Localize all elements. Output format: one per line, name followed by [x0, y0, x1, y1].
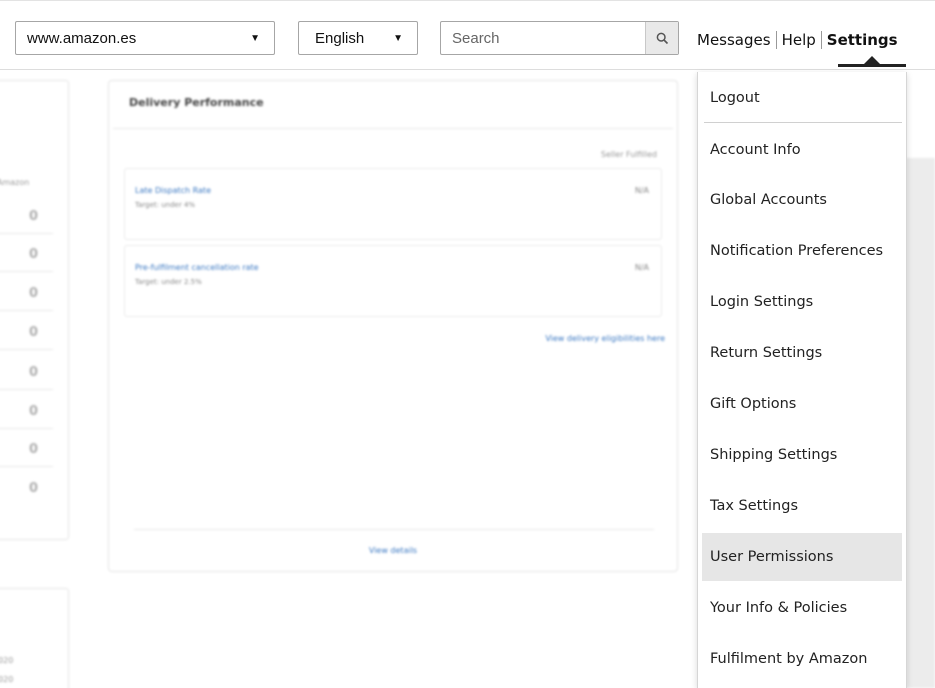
row-divider — [0, 389, 53, 390]
top-navigation-bar: www.amazon.es ▼ English ▼ Messages Help … — [0, 0, 935, 70]
row-divider — [0, 310, 53, 311]
help-link[interactable]: Help — [782, 31, 816, 49]
metric-target: Target: under 4% — [135, 201, 196, 209]
menu-item-notification-preferences[interactable]: Notification Preferences — [702, 227, 902, 275]
menu-item-fulfilment-by-amazon[interactable]: Fulfilment by Amazon — [702, 635, 902, 683]
menu-item-user-permissions[interactable]: User Permissions — [702, 533, 902, 581]
right-gray-panel — [906, 158, 935, 688]
menu-item-shipping-settings[interactable]: Shipping Settings — [702, 431, 902, 479]
search-button[interactable] — [645, 22, 678, 54]
row-divider — [0, 466, 53, 467]
language-value: English — [315, 29, 365, 47]
left-value: 0 — [29, 286, 39, 301]
menu-item-return-settings[interactable]: Return Settings — [702, 329, 902, 377]
settings-active-underline — [838, 64, 906, 67]
delivery-performance-card: Delivery Performance Seller Fulfilled La… — [108, 80, 678, 572]
card-title: Delivery Performance — [129, 96, 264, 109]
link-separator — [820, 31, 822, 49]
left-summary-card: Amazon 0 0 0 0 0 0 0 0 — [0, 80, 69, 540]
search-icon — [656, 32, 668, 44]
menu-item-account-info[interactable]: Account Info — [702, 126, 902, 174]
view-details-link[interactable]: View details — [109, 546, 677, 555]
left-value: 0 — [29, 481, 39, 496]
metric-row: Late Dispatch Rate Target: under 4% N/A — [124, 168, 662, 240]
left-value: 0 — [29, 365, 39, 380]
metric-target: Target: under 2.5% — [135, 278, 202, 286]
metric-value: N/A — [634, 186, 649, 195]
row-divider — [0, 349, 53, 350]
row-divider — [0, 428, 53, 429]
menu-item-global-accounts[interactable]: Global Accounts — [702, 176, 902, 224]
menu-item-login-settings[interactable]: Login Settings — [702, 278, 902, 326]
metric-value: N/A — [634, 263, 649, 272]
fulfilment-filter[interactable]: Seller Fulfilled — [601, 150, 657, 159]
menu-item-your-info-policies[interactable]: Your Info & Policies — [702, 584, 902, 632]
left-value: 0 — [29, 404, 39, 419]
metric-name-link[interactable]: Pre-fulfilment cancellation rate — [135, 263, 259, 272]
caret-down-icon: ▼ — [393, 32, 403, 44]
link-separator — [775, 31, 777, 49]
language-select[interactable]: English ▼ — [298, 21, 418, 55]
card-divider — [113, 128, 673, 129]
left-value: 0 — [29, 209, 39, 224]
metric-name-link[interactable]: Late Dispatch Rate — [135, 186, 211, 195]
left-lower-card: 2020 2020 — [0, 588, 69, 688]
left-year: 2020 — [0, 675, 14, 684]
left-column-header: Amazon — [0, 178, 30, 187]
left-year: 2020 — [0, 656, 14, 665]
marketplace-value: www.amazon.es — [27, 29, 137, 47]
left-value: 0 — [29, 325, 39, 340]
settings-link[interactable]: Settings — [827, 31, 898, 49]
card-footer-divider — [134, 529, 654, 530]
menu-item-logout[interactable]: Logout — [702, 74, 902, 122]
menu-divider — [704, 122, 902, 123]
header-links: Messages Help Settings — [697, 31, 898, 49]
row-divider — [0, 271, 53, 272]
caret-down-icon: ▼ — [250, 32, 260, 44]
marketplace-select[interactable]: www.amazon.es ▼ — [15, 21, 275, 55]
dropdown-pointer — [864, 56, 880, 64]
row-divider — [0, 233, 53, 234]
settings-dropdown-menu: Logout Account Info Global Accounts Noti… — [697, 72, 907, 688]
left-value: 0 — [29, 442, 39, 457]
top-border — [0, 0, 935, 1]
menu-item-tax-settings[interactable]: Tax Settings — [702, 482, 902, 530]
search-box — [440, 21, 679, 55]
metric-row: Pre-fulfilment cancellation rate Target:… — [124, 245, 662, 317]
left-value: 0 — [29, 247, 39, 262]
delivery-eligibilities-link[interactable]: View delivery eligibilities here — [545, 334, 665, 343]
search-input[interactable] — [441, 22, 646, 54]
messages-link[interactable]: Messages — [697, 31, 771, 49]
menu-item-gift-options[interactable]: Gift Options — [702, 380, 902, 428]
